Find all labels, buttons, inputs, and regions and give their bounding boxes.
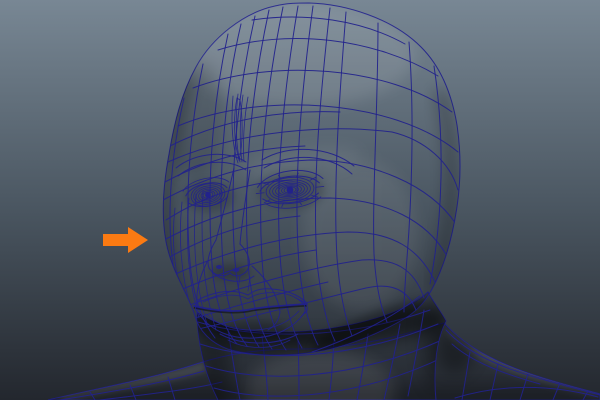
maya-viewport[interactable] <box>0 0 600 400</box>
viewport-canvas[interactable] <box>0 0 600 400</box>
